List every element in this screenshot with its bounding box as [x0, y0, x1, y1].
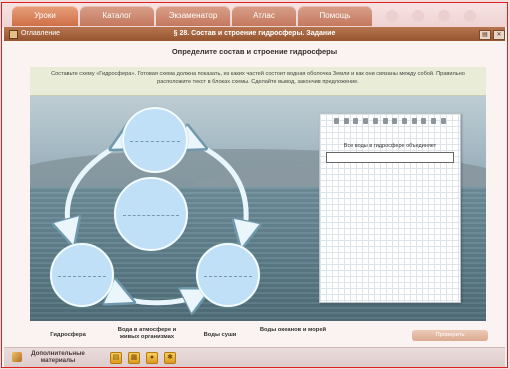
draggable-label[interactable]: Гидросфера	[38, 332, 98, 339]
draggable-label[interactable]: Воды океанов и морей	[258, 327, 328, 334]
star-icon[interactable]: ✱	[164, 352, 176, 364]
draggable-label[interactable]: Воды суши	[196, 332, 244, 339]
app-window: Уроки Каталог Экзаменатор Атлас Помощь О…	[1, 2, 508, 368]
printer-icon[interactable]: ▤	[479, 30, 491, 40]
draggable-label[interactable]: Вода в атмосфере и живых организмах	[108, 327, 186, 340]
drop-zone-top[interactable]	[122, 107, 188, 173]
tab-lessons[interactable]: Уроки	[12, 6, 78, 26]
drop-zone-center[interactable]	[114, 177, 188, 251]
tab-catalog[interactable]: Каталог	[80, 6, 154, 26]
task-workspace: Составьте схему «Гидросфера». Готовая сх…	[30, 67, 486, 321]
drop-zone-left[interactable]	[50, 243, 114, 307]
bottom-toolbar: Дополнительные материалы ▤ ▦ ● ✱	[4, 347, 505, 367]
arrow-bottom	[122, 295, 198, 303]
dash-line	[123, 215, 179, 217]
materials-label: Дополнительные материалы	[31, 350, 85, 364]
decor-circle	[386, 10, 398, 22]
decor-circle	[412, 10, 424, 22]
dash-line	[204, 276, 252, 278]
task-heading: Определите состав и строение гидросферы	[171, 47, 338, 56]
notebook-prompt: Все воды в гидросфере объединяет	[343, 143, 437, 149]
tab-help[interactable]: Помощь	[298, 6, 372, 26]
answer-notebook: Все воды в гидросфере объединяет	[319, 113, 461, 303]
decor-circle	[464, 10, 476, 22]
lesson-titlebar: Оглавление § 28. Состав и строение гидро…	[4, 27, 505, 41]
notes-icon[interactable]: ▦	[128, 352, 140, 364]
tab-examiner[interactable]: Экзаменатор	[156, 6, 230, 26]
close-icon[interactable]: ✕	[493, 30, 505, 40]
materials-button[interactable]: Дополнительные материалы	[12, 350, 91, 364]
drop-zone-right[interactable]	[196, 243, 260, 307]
main-tabbar: Уроки Каталог Экзаменатор Атлас Помощь	[2, 3, 507, 27]
arrow-right	[194, 143, 246, 235]
pencil-icon	[12, 352, 22, 362]
lesson-title: § 28. Состав и строение гидросферы. Зада…	[173, 30, 336, 37]
conclusion-input[interactable]	[326, 152, 454, 163]
globe-icon[interactable]: ●	[146, 352, 158, 364]
dash-line	[58, 276, 106, 278]
decor-circle	[438, 10, 450, 22]
check-button[interactable]: Проверить	[412, 330, 488, 341]
book-icon[interactable]: ▤	[110, 352, 122, 364]
tab-atlas[interactable]: Атлас	[232, 6, 296, 26]
dash-line	[130, 141, 180, 143]
notebook-rings	[334, 118, 446, 124]
